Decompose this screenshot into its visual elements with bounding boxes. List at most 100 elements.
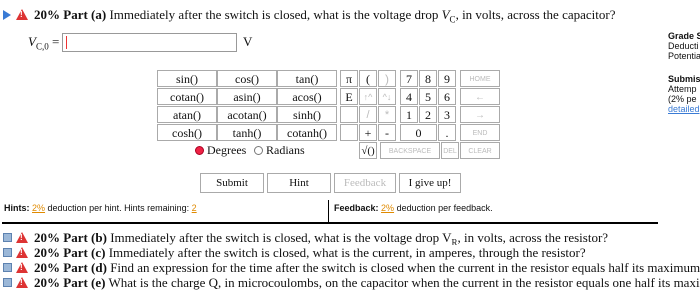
key-0[interactable]: 0 (400, 124, 437, 141)
attempts-label: Attemp (668, 84, 697, 94)
detailed-link[interactable]: detailed (668, 104, 700, 114)
submissions-label: Submis (668, 74, 700, 84)
part-a-title: 20% Part (a) Immediately after the switc… (34, 7, 615, 25)
part-b-warning-icon (16, 232, 28, 243)
answer-label-main: V (28, 34, 36, 49)
part-d-label: Part (d) (63, 261, 107, 275)
hints-remaining: 2 (191, 203, 197, 213)
feedback-button[interactable]: Feedback (334, 173, 396, 193)
backspace-key[interactable]: BACKSPACE (380, 142, 440, 159)
warning-icon (16, 9, 28, 20)
e-key[interactable]: E (340, 88, 358, 105)
minus-key[interactable]: - (378, 124, 396, 141)
part-b-question: Immediately after the switch is closed, … (110, 231, 452, 245)
feedback-text: deduction per feedback. (396, 203, 493, 213)
part-e-percent: 20% (34, 276, 60, 290)
answer-unit: V (243, 34, 253, 49)
answer-input[interactable] (62, 33, 237, 52)
part-d-warning-icon (16, 262, 28, 273)
lparen-key[interactable]: ( (359, 70, 377, 87)
hint-button[interactable]: Hint (267, 173, 331, 193)
part-a-percent: 20% (34, 7, 60, 22)
key-2[interactable]: 2 (419, 106, 437, 123)
part-d-question: Find an expression for the time after th… (110, 261, 700, 275)
cotanh-key[interactable]: cotanh() (277, 124, 337, 141)
part-c-question: Immediately after the switch is closed, … (108, 246, 586, 260)
key-8[interactable]: 8 (419, 70, 437, 87)
pi-key[interactable]: π (340, 70, 358, 87)
grade-summary-label: Grade S (668, 31, 700, 41)
side-panel: Grade S Deducti Potentia Submis Attemp (… (668, 31, 700, 114)
multiply-key[interactable]: * (378, 106, 396, 123)
tan-key[interactable]: tan() (277, 70, 337, 87)
degrees-label: Degrees (207, 143, 247, 157)
answer-label: VC,0 = (28, 34, 59, 52)
feedback-percent: 2% (381, 203, 395, 213)
hints-percent: 2% (32, 203, 46, 213)
key-4[interactable]: 4 (400, 88, 418, 105)
radians-label: Radians (266, 143, 305, 157)
part-e-warning-icon (16, 277, 28, 288)
key-3[interactable]: 3 (438, 106, 456, 123)
part-d-row[interactable]: 20% Part (d) Find an expression for the … (3, 261, 700, 275)
part-c-row[interactable]: 20% Part (c) Immediately after the switc… (3, 246, 700, 260)
answer-label-sub: C,0 (35, 41, 49, 52)
part-c-title: 20% Part (c) Immediately after the switc… (34, 246, 586, 260)
atan-key[interactable]: atan() (157, 106, 217, 123)
clear-key[interactable]: CLEAR (460, 142, 500, 159)
rparen-key[interactable]: ) (378, 70, 396, 87)
part-a-label: Part (a) (63, 7, 107, 22)
plus-key[interactable]: + (359, 124, 377, 141)
penalty-label: (2% pe (668, 94, 697, 104)
key-1[interactable]: 1 (400, 106, 418, 123)
sin-key[interactable]: sin() (157, 70, 217, 87)
hints-text: deduction per hint. Hints remaining: (47, 203, 190, 213)
empty-key-2 (340, 124, 358, 141)
acotan-key[interactable]: acotan() (217, 106, 277, 123)
part-d-status-icon (3, 263, 12, 272)
power-down-key[interactable]: ^↓ (378, 88, 396, 105)
end-key[interactable]: END (460, 124, 500, 141)
divide-key[interactable]: / (359, 106, 377, 123)
part-b-row[interactable]: 20% Part (b) Immediately after the switc… (3, 231, 700, 245)
acos-key[interactable]: acos() (277, 88, 337, 105)
right-arrow-key[interactable]: → (460, 106, 500, 123)
part-b-title: 20% Part (b) Immediately after the switc… (34, 231, 608, 245)
part-c-label: Part (c) (63, 246, 106, 260)
cosh-key[interactable]: cosh() (157, 124, 217, 141)
home-key[interactable]: HOME (460, 70, 500, 87)
part-a-symbol: V (441, 7, 450, 22)
part-a-question: Immediately after the switch is closed, … (109, 7, 439, 22)
cotan-key[interactable]: cotan() (157, 88, 217, 105)
radians-radio[interactable] (254, 146, 263, 155)
power-up-key[interactable]: ↑^ (359, 88, 377, 105)
part-e-row[interactable]: 20% Part (e) What is the charge Q, in mi… (3, 276, 700, 290)
left-arrow-key[interactable]: ← (460, 88, 500, 105)
tanh-key[interactable]: tanh() (217, 124, 277, 141)
key-9[interactable]: 9 (438, 70, 456, 87)
expand-triangle-icon[interactable] (3, 10, 11, 20)
submit-button[interactable]: Submit (200, 173, 264, 193)
text-caret (66, 36, 67, 49)
part-d-percent: 20% (34, 261, 60, 275)
key-5[interactable]: 5 (419, 88, 437, 105)
del-key[interactable]: DEL (441, 142, 459, 159)
decimal-key[interactable]: . (438, 124, 456, 141)
give-up-button[interactable]: I give up! (399, 173, 461, 193)
part-e-title: 20% Part (e) What is the charge Q, in mi… (34, 276, 700, 290)
part-b-status-icon (3, 233, 12, 242)
part-e-label: Part (e) (63, 276, 106, 290)
asin-key[interactable]: asin() (217, 88, 277, 105)
cos-key[interactable]: cos() (217, 70, 277, 87)
part-a-question-end: , in volts, across the capacitor? (455, 7, 616, 22)
sinh-key[interactable]: sinh() (277, 106, 337, 123)
key-6[interactable]: 6 (438, 88, 456, 105)
key-7[interactable]: 7 (400, 70, 418, 87)
function-keypad: sin() cos() tan() cotan() asin() acos() … (157, 70, 337, 160)
hints-info: Hints: 2% deduction per hint. Hints rema… (4, 203, 197, 213)
part-c-status-icon (3, 248, 12, 257)
empty-key-1 (340, 106, 358, 123)
feedback-label: Feedback: (334, 203, 379, 213)
degrees-radio[interactable] (195, 146, 204, 155)
sqrt-key[interactable]: √() (359, 142, 377, 159)
